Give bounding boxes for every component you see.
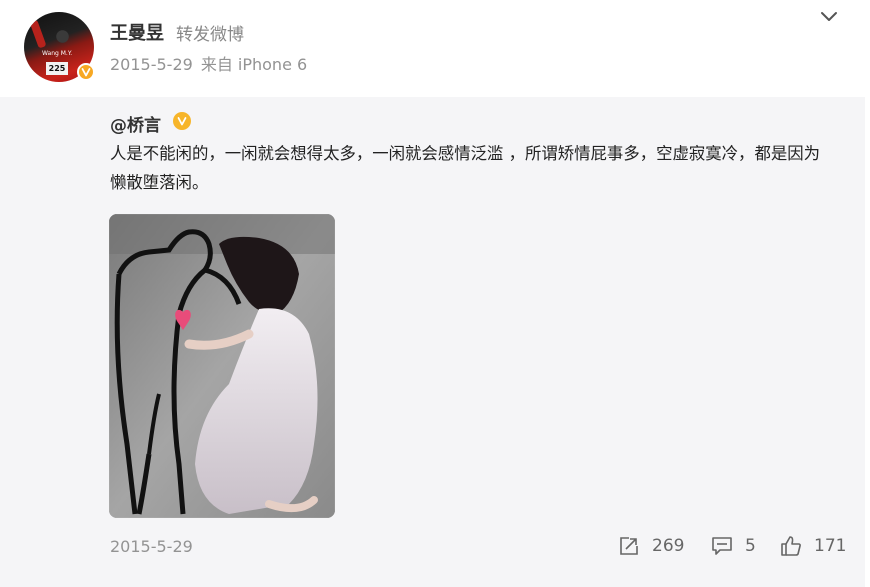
repost-icon — [620, 537, 638, 555]
post-image[interactable] — [109, 214, 335, 518]
avatar-arm — [29, 19, 47, 49]
post-header: Wang M.Y. 225 王曼昱 转发微博 2015-5-29 来自 iPhon… — [0, 0, 870, 97]
repost-button[interactable]: 269 — [618, 535, 684, 557]
verified-badge-icon — [173, 112, 191, 130]
original-author[interactable]: @桥言 — [110, 111, 161, 136]
verified-badge-icon — [77, 63, 95, 81]
username[interactable]: 王曼昱 — [110, 19, 164, 45]
post-date[interactable]: 2015-5-29 — [110, 55, 193, 74]
repost-count: 269 — [652, 536, 685, 556]
like-count: 171 — [814, 536, 847, 556]
comment-button[interactable]: 5 — [711, 535, 756, 557]
post-source: 来自 iPhone 6 — [200, 55, 308, 74]
retweeted-card: @桥言 人是不能闲的，一闲就会想得太多，一闲就会感情泛滥 ，所谓矫情屁事多，空虚… — [0, 97, 865, 587]
comment-count: 5 — [745, 536, 756, 556]
like-button[interactable]: 171 — [780, 535, 846, 557]
like-icon — [781, 536, 801, 556]
retweet-date[interactable]: 2015-5-29 — [110, 537, 193, 556]
post-action-label: 转发微博 — [176, 25, 244, 45]
post-meta: 2015-5-29 来自 iPhone 6 — [110, 51, 307, 75]
retweet-text: 人是不能闲的，一闲就会想得太多，一闲就会感情泛滥 ，所谓矫情屁事多，空虚寂寞冷，… — [110, 144, 821, 192]
avatar-bib: 225 — [46, 62, 68, 75]
chevron-down-icon[interactable] — [819, 9, 839, 23]
avatar-shirt-text: Wang M.Y. — [42, 50, 73, 57]
comment-icon — [712, 537, 732, 555]
